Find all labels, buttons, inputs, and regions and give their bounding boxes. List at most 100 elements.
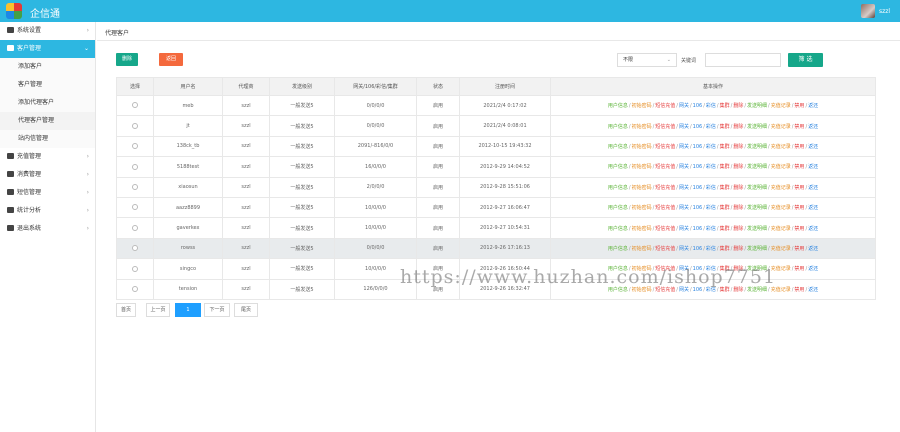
action-link[interactable]: 初始密码 — [632, 164, 652, 170]
action-link[interactable]: 发送明细 — [747, 124, 767, 130]
action-link[interactable]: 禁用 — [794, 287, 804, 293]
action-link[interactable]: 返还 — [808, 144, 818, 150]
action-link[interactable]: 初始密码 — [632, 246, 652, 252]
row-select-radio[interactable] — [132, 143, 138, 150]
keyword-input[interactable] — [705, 53, 781, 67]
action-link[interactable]: 短信充值 — [655, 144, 675, 150]
action-link[interactable]: 彩信 — [706, 185, 716, 191]
cell-status[interactable]: 启用 — [416, 176, 460, 198]
action-link[interactable]: 集群 — [720, 124, 730, 130]
action-link[interactable]: 初始密码 — [632, 185, 652, 191]
row-select-radio[interactable] — [132, 265, 138, 272]
row-select-radio[interactable] — [132, 163, 138, 170]
action-link[interactable]: 106 — [693, 103, 703, 109]
action-link[interactable]: 彩信 — [706, 124, 716, 130]
user-name[interactable]: szzl — [879, 8, 890, 15]
submenu-item-customer-management[interactable]: 客户管理 — [0, 76, 95, 94]
action-link[interactable]: 106 — [693, 124, 703, 130]
action-link[interactable]: 短信充值 — [655, 246, 675, 252]
action-link[interactable]: 充值记录 — [771, 205, 791, 211]
sidebar-item-system-settings[interactable]: 系统设置 › — [0, 22, 95, 40]
action-link[interactable]: 用户信息 — [608, 226, 628, 232]
action-link[interactable]: 短信充值 — [655, 226, 675, 232]
action-link[interactable]: 返还 — [808, 226, 818, 232]
prev-page-button[interactable]: 上一页 — [146, 303, 170, 317]
action-link[interactable]: 充值记录 — [771, 164, 791, 170]
action-link[interactable]: 集群 — [720, 144, 730, 150]
action-link[interactable]: 删除 — [733, 144, 743, 150]
action-link[interactable]: 返还 — [808, 205, 818, 211]
action-link[interactable]: 网关 — [679, 205, 689, 211]
action-link[interactable]: 删除 — [733, 226, 743, 232]
cell-status[interactable]: 启用 — [416, 94, 460, 117]
action-link[interactable]: 用户信息 — [608, 205, 628, 211]
action-link[interactable]: 返还 — [808, 103, 818, 109]
action-link[interactable]: 初始密码 — [632, 205, 652, 211]
action-link[interactable]: 短信充值 — [655, 103, 675, 109]
action-link[interactable]: 初始密码 — [632, 103, 652, 109]
action-link[interactable]: 短信充值 — [655, 205, 675, 211]
first-page-button[interactable]: 首页 — [116, 303, 136, 317]
action-link[interactable]: 用户信息 — [608, 124, 628, 130]
action-link[interactable]: 删除 — [733, 185, 743, 191]
submenu-item-add-agent-customer[interactable]: 添加代理客户 — [0, 94, 95, 112]
action-link[interactable]: 用户信息 — [608, 185, 628, 191]
action-link[interactable]: 初始密码 — [632, 124, 652, 130]
cell-status[interactable]: 启用 — [416, 237, 460, 260]
action-link[interactable]: 集群 — [720, 205, 730, 211]
filter-button[interactable]: 筛 选 — [788, 53, 823, 67]
action-link[interactable]: 彩信 — [706, 144, 716, 150]
action-link[interactable]: 禁用 — [794, 266, 804, 272]
action-link[interactable]: 禁用 — [794, 205, 804, 211]
cell-status[interactable]: 启用 — [416, 156, 460, 178]
action-link[interactable]: 返还 — [808, 124, 818, 130]
action-link[interactable]: 彩信 — [706, 226, 716, 232]
cell-status[interactable]: 启用 — [416, 135, 460, 158]
action-link[interactable]: 禁用 — [794, 144, 804, 150]
action-link[interactable]: 短信充值 — [655, 124, 675, 130]
action-link[interactable]: 网关 — [679, 185, 689, 191]
sidebar-item-consumption[interactable]: 消费管理 › — [0, 166, 95, 184]
action-link[interactable]: 网关 — [679, 124, 689, 130]
action-link[interactable]: 发送明细 — [747, 205, 767, 211]
next-page-button[interactable]: 下一页 — [204, 303, 230, 317]
action-link[interactable]: 彩信 — [706, 164, 716, 170]
action-link[interactable]: 返还 — [808, 185, 818, 191]
row-select-radio[interactable] — [132, 102, 138, 109]
delete-button[interactable]: 删除 — [116, 53, 138, 66]
action-link[interactable]: 禁用 — [794, 185, 804, 191]
cell-status[interactable]: 启用 — [416, 115, 460, 137]
action-link[interactable]: 用户信息 — [608, 246, 628, 252]
row-select-radio[interactable] — [132, 285, 138, 292]
cell-status[interactable]: 启用 — [416, 217, 460, 239]
action-link[interactable]: 充值记录 — [771, 124, 791, 130]
action-link[interactable]: 发送明细 — [747, 226, 767, 232]
action-link[interactable]: 网关 — [679, 246, 689, 252]
action-link[interactable]: 彩信 — [706, 205, 716, 211]
sidebar-item-customer-management[interactable]: 客户管理 ⌄ — [0, 40, 95, 58]
last-page-button[interactable]: 尾页 — [234, 303, 258, 317]
action-link[interactable]: 106 — [693, 164, 703, 170]
action-link[interactable]: 集群 — [720, 164, 730, 170]
action-link[interactable]: 106 — [693, 144, 703, 150]
action-link[interactable]: 集群 — [720, 246, 730, 252]
action-link[interactable]: 返还 — [808, 164, 818, 170]
action-link[interactable]: 106 — [693, 246, 703, 252]
action-link[interactable]: 短信充值 — [655, 185, 675, 191]
action-link[interactable]: 发送明细 — [747, 246, 767, 252]
action-link[interactable]: 初始密码 — [632, 144, 652, 150]
action-link[interactable]: 发送明细 — [747, 185, 767, 191]
sidebar-item-sms[interactable]: 短信管理 › — [0, 184, 95, 202]
action-link[interactable]: 彩信 — [706, 103, 716, 109]
action-link[interactable]: 充值记录 — [771, 226, 791, 232]
current-page[interactable]: 1 — [175, 303, 201, 317]
action-link[interactable]: 106 — [693, 226, 703, 232]
action-link[interactable]: 用户信息 — [608, 103, 628, 109]
action-link[interactable]: 短信充值 — [655, 164, 675, 170]
action-link[interactable]: 返还 — [808, 266, 818, 272]
action-link[interactable]: 禁用 — [794, 246, 804, 252]
action-link[interactable]: 禁用 — [794, 103, 804, 109]
cell-status[interactable]: 启用 — [416, 196, 460, 219]
submenu-item-add-customer[interactable]: 添加客户 — [0, 58, 95, 76]
row-select-radio[interactable] — [132, 224, 138, 231]
